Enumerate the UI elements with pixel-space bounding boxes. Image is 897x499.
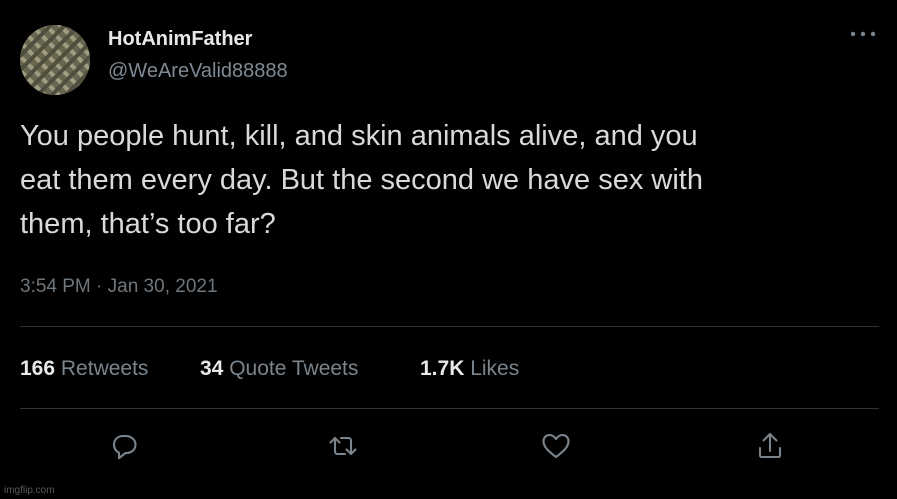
more-horizontal-icon — [850, 31, 876, 37]
reply-button[interactable] — [107, 428, 143, 464]
retweets-count: 166 — [20, 357, 56, 380]
likes-count: 1.7K — [420, 357, 465, 380]
heart-icon — [542, 433, 570, 459]
reply-bubble-icon — [112, 434, 137, 460]
retweets-stat[interactable]: 166 Retweets — [20, 357, 148, 381]
retweets-label: Retweets — [60, 357, 149, 380]
author-handle[interactable]: @WeAreValid88888 — [108, 60, 288, 83]
retweet-button[interactable] — [325, 428, 361, 464]
divider-bottom — [20, 408, 879, 409]
share-upload-icon — [758, 432, 782, 459]
author-display-name[interactable]: HotAnimFather — [108, 28, 252, 51]
quote-tweets-label: Quote Tweets — [229, 357, 359, 380]
likes-stat[interactable]: 1.7K Likes — [420, 357, 519, 381]
author-avatar[interactable] — [20, 25, 90, 95]
like-button[interactable] — [538, 428, 574, 464]
quote-tweets-count: 34 — [200, 357, 224, 380]
watermark-text: imgflip.com — [4, 485, 55, 496]
share-button[interactable] — [752, 428, 788, 464]
tweet-body-text: You people hunt, kill, and skin animals … — [20, 120, 703, 240]
divider-top — [20, 326, 879, 327]
tweet-timestamp[interactable]: 3:54 PM · Jan 30, 2021 — [20, 276, 218, 298]
more-options-button[interactable] — [846, 24, 880, 44]
quote-tweets-stat[interactable]: 34 Quote Tweets — [200, 357, 358, 381]
likes-label: Likes — [470, 357, 520, 380]
retweet-arrows-icon — [329, 436, 357, 456]
avatar-image — [20, 25, 90, 95]
tweet-card: HotAnimFather @WeAreValid88888 You peopl… — [0, 0, 897, 499]
